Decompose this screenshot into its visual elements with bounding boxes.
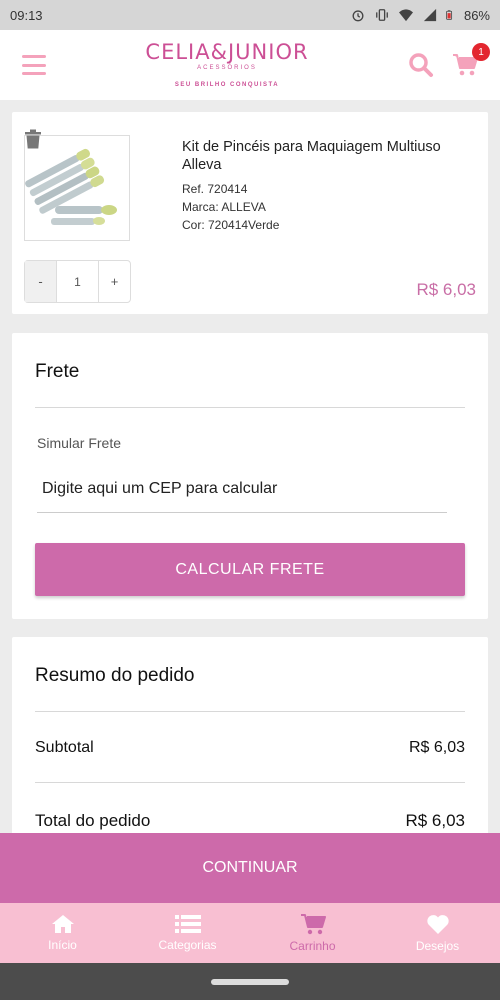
subtotal-label: Subtotal: [35, 739, 94, 756]
divider: [35, 711, 465, 712]
list-icon: [174, 915, 201, 933]
search-icon[interactable]: [408, 52, 434, 78]
product-brand: Marca: ALLEVA: [182, 200, 266, 214]
product-image[interactable]: [24, 135, 130, 241]
bottom-nav: Início Categorias Carrinho Desejos: [0, 903, 500, 963]
brand-logo[interactable]: CELIA&JUNIOR ACESSÓRIOS SEU BRILHO CONQU…: [145, 40, 309, 89]
brand-name: CELIA&JUNIOR: [145, 40, 309, 64]
nav-item-carrinho[interactable]: Carrinho: [250, 903, 375, 963]
nav-item-desejos[interactable]: Desejos: [375, 903, 500, 963]
shipping-title: Frete: [35, 361, 80, 382]
status-bar: 09:13 86%: [0, 0, 500, 30]
home-icon: [51, 915, 74, 933]
nav-label: Carrinho: [289, 939, 336, 953]
total-label: Total do pedido: [35, 811, 151, 830]
status-icons: 86%: [350, 8, 490, 23]
nav-label: Categorias: [158, 938, 217, 952]
alarm-icon: [352, 10, 364, 22]
subtotal-value: R$ 6,03: [408, 739, 465, 756]
signal-icon: [423, 8, 437, 22]
divider: [35, 407, 465, 408]
brush-kit-image: [25, 148, 117, 225]
cart-button[interactable]: 1: [452, 43, 490, 77]
battery-level: 86%: [463, 7, 490, 23]
order-summary-card: Resumo do pedido Subtotal R$ 6,03 Total …: [12, 637, 488, 837]
order-summary-title: Resumo do pedido: [35, 665, 195, 686]
qty-increase-button[interactable]: +: [98, 261, 130, 302]
cep-input[interactable]: [37, 466, 447, 513]
cart-count-badge: 1: [472, 43, 490, 61]
brand-tagline: SEU BRILHO CONQUISTA: [174, 82, 280, 88]
divider: [35, 782, 465, 783]
qty-decrease-button[interactable]: -: [25, 261, 57, 302]
total-value: R$ 6,03: [405, 811, 465, 830]
product-ref: Ref. 720414: [182, 182, 248, 196]
home-gesture-pill[interactable]: [211, 978, 289, 985]
wifi-icon: [398, 9, 413, 22]
header-actions: 1: [408, 43, 490, 78]
continue-button[interactable]: CONTINUAR: [0, 833, 500, 903]
menu-icon[interactable]: [22, 55, 46, 75]
nav-label: Início: [48, 938, 77, 952]
cart-item-card: Kit de Pincéis para Maquiagem Multiuso A…: [12, 112, 488, 314]
nav-label: Desejos: [415, 938, 460, 953]
vibrate-icon: [376, 9, 388, 21]
qty-value[interactable]: 1: [57, 261, 98, 302]
cart-icon: [300, 914, 326, 935]
status-time: 09:13: [10, 7, 43, 23]
quantity-stepper: - 1 +: [24, 260, 131, 303]
battery-icon: [446, 10, 452, 20]
calculate-shipping-button[interactable]: CALCULAR FRETE: [35, 543, 465, 596]
app-header: CELIA&JUNIOR ACESSÓRIOS SEU BRILHO CONQU…: [0, 30, 500, 100]
heart-icon: [426, 914, 449, 934]
trash-icon[interactable]: [24, 129, 42, 149]
nav-item-categorias[interactable]: Categorias: [125, 903, 250, 963]
item-price: R$ 6,03: [416, 280, 476, 299]
brand-sub: ACESSÓRIOS: [197, 65, 257, 71]
system-nav-bar: [0, 963, 500, 1000]
simulate-shipping-label: Simular Frete: [37, 435, 122, 451]
nav-item-inicio[interactable]: Início: [0, 903, 125, 963]
product-title[interactable]: Kit de Pincéis para Maquiagem Multiuso A…: [182, 138, 472, 174]
product-color: Cor: 720414Verde: [182, 218, 280, 232]
shipping-card: Frete Simular Frete CALCULAR FRETE: [12, 333, 488, 619]
